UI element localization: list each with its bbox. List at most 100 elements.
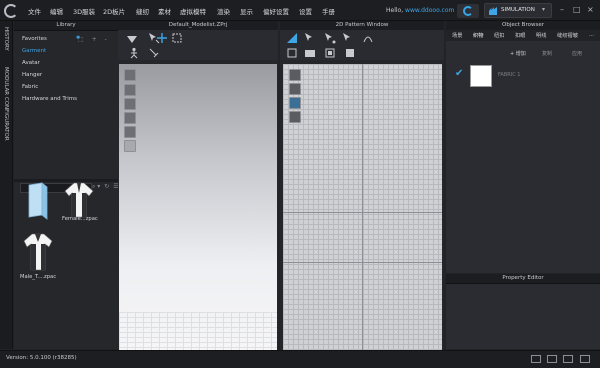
library-item-avatar[interactable]: Avatar — [22, 60, 40, 66]
rectangle-icon[interactable] — [304, 47, 316, 59]
object-browser-panel: Object Browser 场景 织物 纽扣 扣眼 明线 缝纫褶皱 ... +… — [446, 21, 600, 273]
female-garment-thumbnail[interactable] — [64, 181, 94, 219]
object-browser-tabs: 场景 织物 纽扣 扣眼 明线 缝纫褶皱 ... — [446, 30, 600, 41]
menu-2d-pattern[interactable]: 2D板片 — [103, 6, 125, 16]
add-point-icon[interactable] — [342, 32, 354, 44]
refresh-icon[interactable]: ↻ — [104, 183, 109, 190]
tab-scene[interactable]: 场景 — [452, 32, 462, 39]
polygon-icon[interactable] — [286, 47, 298, 59]
object-browser-actions: + 增加 复制 应用 — [446, 48, 600, 60]
male-garment-thumbnail[interactable] — [23, 232, 53, 272]
3d-canvas[interactable] — [119, 64, 277, 352]
view-mode-icon[interactable] — [124, 69, 136, 81]
menu-edit[interactable]: 编辑 — [50, 6, 63, 16]
menu-settings[interactable]: 设置 — [299, 6, 312, 16]
2d-axis-horizontal-lower — [283, 262, 442, 263]
menu-preferences[interactable]: 偏好设置 — [263, 6, 289, 16]
curve-point-icon[interactable] — [362, 32, 374, 44]
2d-axis-horizontal — [283, 212, 442, 213]
history-tab[interactable]: HISTORY — [3, 27, 9, 51]
remove-icon[interactable]: ‑ — [105, 36, 107, 43]
library-item-favorites[interactable]: Favorites — [22, 36, 47, 42]
modular-configurator-tab[interactable]: MODULAR CONFIGURATOR — [3, 67, 9, 141]
internal-rectangle-icon[interactable] — [344, 47, 356, 59]
fabric-list-item[interactable]: ✔ FABRIC 1 — [446, 64, 600, 87]
transform-icon[interactable] — [156, 32, 168, 44]
2d-viewport: 2D Pattern Window — [280, 21, 444, 352]
select-mesh-icon[interactable] — [126, 32, 138, 44]
2d-texture-icon[interactable] — [289, 111, 301, 123]
menu-bar: 文件 编辑 3D服装 2D板片 缝纫 素材 虚拟模特 渲染 显示 偏好设置 设置… — [0, 0, 600, 21]
add-fabric-button[interactable]: + 增加 — [510, 50, 526, 57]
status-bar: Version: 5.0.100 (r38285) — [0, 350, 600, 368]
fabric-name: FABRIC 1 — [498, 72, 521, 78]
tab-topstitch[interactable]: 明线 — [536, 32, 546, 39]
library-item-garment[interactable]: Garment — [22, 48, 46, 54]
2d-info-icon[interactable] — [289, 97, 301, 109]
favorites-star-icon[interactable]: ✱ — [76, 35, 80, 41]
female-garment-label: Female...zpac — [62, 216, 98, 222]
simulation-label: SIMULATION — [501, 7, 535, 13]
menu-render[interactable]: 渲染 — [217, 6, 230, 16]
add-icon[interactable]: + — [92, 36, 97, 43]
single-view-icon[interactable] — [531, 355, 541, 363]
tab-fabric[interactable]: 织物 — [473, 32, 483, 39]
transform-pattern-icon[interactable] — [286, 32, 298, 44]
menu-file[interactable]: 文件 — [28, 6, 41, 16]
2d-canvas[interactable] — [283, 64, 442, 352]
copy-fabric-button[interactable]: 复制 — [542, 50, 552, 57]
edit-curve-icon[interactable] — [324, 32, 336, 44]
pattern-display-icon[interactable] — [124, 126, 136, 138]
2d-toolbar — [280, 30, 444, 60]
close-icon[interactable]: × — [587, 6, 594, 14]
menu-sewing[interactable]: 缝纫 — [136, 6, 149, 16]
check-icon: ✔ — [455, 68, 464, 79]
library-item-hardware[interactable]: Hardware and Trims — [22, 96, 77, 102]
clo-cloud-icon — [463, 6, 473, 16]
2d-axis-vertical — [362, 64, 363, 352]
tab-more[interactable]: ... — [589, 32, 594, 38]
apply-fabric-button[interactable]: 应用 — [572, 50, 582, 57]
tab-button[interactable]: 纽扣 — [494, 32, 504, 39]
3d-floor-grid — [119, 312, 277, 352]
garment-display-icon[interactable] — [124, 112, 136, 124]
library-item-fabric[interactable]: Fabric — [22, 84, 38, 90]
simulation-icon — [489, 7, 497, 15]
property-editor-panel: Property Editor — [446, 274, 600, 349]
library-panel: Library ⬚ + ‑ Favorites ✱ Garment Avatar… — [14, 21, 119, 349]
texture-display-icon[interactable] — [124, 84, 136, 96]
app-logo-icon — [4, 4, 18, 18]
menu-3d-garment[interactable]: 3D服装 — [73, 6, 95, 16]
menu-avatar[interactable]: 虚拟模特 — [180, 6, 206, 16]
minimize-icon[interactable]: – — [560, 6, 564, 14]
library-tools: ⬚ + ‑ — [78, 36, 107, 43]
edit-point-icon[interactable] — [304, 32, 316, 44]
3d-viewport: Default_Modelist.ZPrj — [118, 21, 278, 352]
tab-seam-puckering[interactable]: 缝纫褶皱 — [557, 32, 578, 39]
internal-polygon-icon[interactable] — [324, 47, 336, 59]
2d-view-icon[interactable] — [563, 355, 573, 363]
3d-view-icon[interactable] — [580, 355, 590, 363]
menu-materials[interactable]: 素材 — [158, 6, 171, 16]
folder-thumbnail[interactable] — [26, 181, 50, 221]
2d-display-icon[interactable] — [289, 83, 301, 95]
chevron-down-icon[interactable]: ▾ — [97, 183, 100, 190]
pin-icon[interactable] — [148, 47, 160, 59]
maximize-icon[interactable]: □ — [573, 6, 581, 14]
greeting-text: Hello, — [386, 7, 404, 14]
split-view-icon[interactable] — [547, 355, 557, 363]
2d-view-mode-icon[interactable] — [289, 69, 301, 81]
tab-buttonhole[interactable]: 扣眼 — [515, 32, 525, 39]
menu-manual[interactable]: 手册 — [322, 6, 335, 16]
simulation-button[interactable]: SIMULATION ▾ — [484, 3, 552, 18]
chevron-down-icon[interactable]: ▾ — [542, 6, 545, 13]
avatar-display-icon[interactable] — [124, 98, 136, 110]
light-display-icon[interactable] — [124, 140, 136, 152]
fabric-swatch — [470, 65, 492, 87]
cloud-button[interactable] — [457, 4, 479, 18]
menu-display[interactable]: 显示 — [240, 6, 253, 16]
avatar-pose-icon[interactable] — [128, 47, 140, 59]
library-item-hanger[interactable]: Hanger — [22, 72, 42, 78]
box-select-icon[interactable] — [171, 32, 183, 44]
user-name[interactable]: www.ddooo.com — [405, 7, 454, 14]
